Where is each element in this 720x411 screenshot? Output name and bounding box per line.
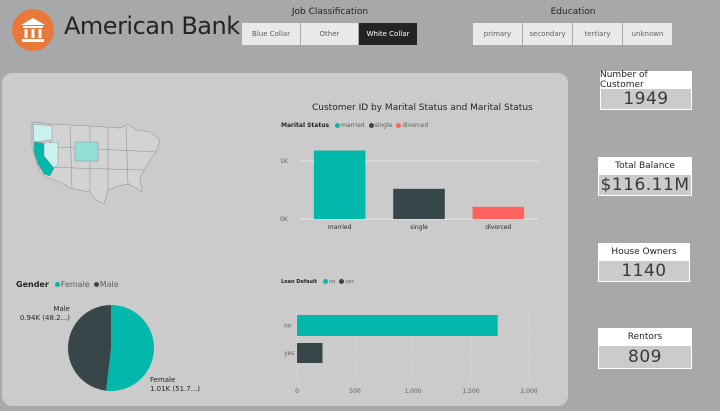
legend-married[interactable]: married xyxy=(335,122,365,129)
education-option-tertiary[interactable]: tertiary xyxy=(573,23,623,45)
x-tick-label: 1,500 xyxy=(462,388,479,395)
x-tick-label: divorced xyxy=(485,224,511,231)
legend-male[interactable]: Male xyxy=(93,280,119,289)
job-option-white-collar[interactable]: White Collar xyxy=(359,23,418,45)
gender-pie-chart[interactable]: Female1.01K (51.7...) Male0.94K (48.2...) xyxy=(15,292,215,404)
state-oregon[interactable] xyxy=(32,123,53,143)
card-balance-value: $116.11M xyxy=(598,174,692,196)
card-rentors-value: 809 xyxy=(598,345,692,369)
bar-single[interactable] xyxy=(393,188,445,219)
education-slicer: primary secondary tertiary unknown xyxy=(473,0,673,50)
legend-single[interactable]: single xyxy=(368,122,392,129)
legend-yes[interactable]: yes xyxy=(339,279,354,285)
x-tick-label: 1,000 xyxy=(404,388,421,395)
marital-legend-title: Marital Status xyxy=(281,122,330,129)
pie-label-female: Female xyxy=(150,376,175,384)
education-option-secondary[interactable]: secondary xyxy=(523,23,573,45)
bar-divorced[interactable] xyxy=(472,206,525,219)
card-rentors-label: Rentors xyxy=(598,328,692,345)
legend-female[interactable]: Female xyxy=(54,280,90,289)
card-customers-value: 1949 xyxy=(600,88,692,110)
state-idaho[interactable] xyxy=(74,141,99,162)
pie-slice-male[interactable] xyxy=(68,305,111,391)
x-tick-label: married xyxy=(328,224,352,231)
usa-map[interactable] xyxy=(10,112,170,224)
education-option-primary[interactable]: primary xyxy=(473,23,523,45)
y-tick-label: 0K xyxy=(280,216,289,223)
loan-bar-chart[interactable]: 0 500 1,000 1,500 2,000 no yes xyxy=(276,292,556,402)
x-tick-label: 500 xyxy=(349,388,361,395)
app-title: American Bank xyxy=(64,12,240,40)
x-tick-label: 0 xyxy=(295,388,299,395)
card-house-owners-label: House Owners xyxy=(598,243,690,260)
job-option-blue-collar[interactable]: Blue Collar xyxy=(242,23,301,45)
bar-no[interactable] xyxy=(297,315,498,336)
x-tick-label: single xyxy=(410,224,428,231)
loan-legend-title: Loan Default xyxy=(281,279,318,285)
bank-icon xyxy=(21,18,45,42)
loan-legend: Loan Default no yes xyxy=(281,279,354,285)
bank-logo xyxy=(12,9,54,51)
pie-sublabel-male: 0.94K (48.2...) xyxy=(20,314,70,322)
education-option-unknown[interactable]: unknown xyxy=(623,23,673,45)
card-customers-label: Number of Customer xyxy=(600,70,692,90)
legend-divorced[interactable]: divorced xyxy=(396,122,428,129)
pie-sublabel-female: 1.01K (51.7...) xyxy=(150,385,200,393)
y-tick-label: yes xyxy=(284,350,294,357)
y-tick-label: no xyxy=(284,323,292,330)
card-house-owners-value: 1140 xyxy=(598,260,690,282)
y-tick-label: 1K xyxy=(280,158,289,165)
card-balance-label: Total Balance xyxy=(598,157,692,174)
legend-no[interactable]: no xyxy=(323,279,335,285)
x-tick-label: 2,000 xyxy=(520,388,537,395)
bar-yes[interactable] xyxy=(297,343,323,363)
gender-legend: Gender Female Male xyxy=(16,280,119,289)
job-slicer: Blue Collar Other White Collar xyxy=(242,0,418,50)
pie-label-male: Male xyxy=(53,305,70,313)
marital-legend: Marital Status married single divorced xyxy=(281,122,428,129)
marital-bar-chart[interactable]: 0K 1K married single divorced xyxy=(276,132,546,237)
pie-slice-female[interactable] xyxy=(106,305,155,391)
job-option-other[interactable]: Other xyxy=(301,23,359,45)
gender-legend-title: Gender xyxy=(16,280,49,289)
bar-married[interactable] xyxy=(313,150,366,219)
marital-chart-title: Customer ID by Marital Status and Marita… xyxy=(312,103,533,113)
